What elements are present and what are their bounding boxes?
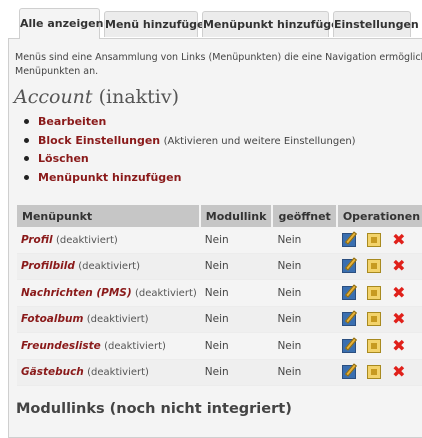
- menu-item-status: (deaktiviert): [86, 314, 149, 326]
- tab-menuepunkt-hinzufuegen[interactable]: Menüpunkt hinzufügen: [202, 11, 346, 37]
- delete-icon[interactable]: ✖: [392, 231, 406, 247]
- modullink-cell: Nein: [200, 333, 274, 360]
- delete-icon[interactable]: ✖: [392, 258, 406, 274]
- block-settings-link[interactable]: Block Einstellungen: [38, 134, 160, 147]
- menu-item-link[interactable]: Nachrichten (PMS): [21, 287, 132, 299]
- action-item: Bearbeiten: [22, 113, 356, 132]
- edit-icon[interactable]: [341, 338, 356, 353]
- menu-item-cell: Gästebuch (deaktiviert): [17, 359, 201, 386]
- bullet-icon: [24, 174, 29, 180]
- action-item: Menüpunkt hinzufügen: [22, 169, 356, 188]
- column-header-operationen: Operationen: [337, 205, 422, 227]
- edit-menu-link[interactable]: Bearbeiten: [38, 115, 106, 128]
- delete-menu-link[interactable]: Löschen: [38, 152, 89, 165]
- edit-icon[interactable]: [341, 259, 356, 274]
- edit-icon[interactable]: [341, 285, 356, 300]
- tab-bar: Alle anzeigen Menü hinzufügen Menüpunkt …: [0, 0, 422, 39]
- table-row: Fotoalbum (deaktiviert) Nein Nein ✖: [17, 306, 422, 333]
- menu-items-table: Menüpunkt Modullink geöffnet Operationen…: [17, 205, 422, 386]
- menu-actions-list: Bearbeiten Block Einstellungen (Aktivier…: [22, 113, 356, 187]
- modullink-cell: Nein: [200, 359, 274, 386]
- bullet-icon: [24, 156, 29, 161]
- modullink-cell: Nein: [200, 227, 274, 254]
- operations-cell: ✖: [337, 253, 422, 280]
- action-item: Löschen: [22, 150, 356, 169]
- column-header-geoeffnet: geöffnet: [273, 205, 338, 227]
- operations-cell: ✖: [337, 227, 422, 254]
- add-menu-item-link[interactable]: Menüpunkt hinzufügen: [38, 171, 181, 184]
- operations-cell: ✖: [337, 306, 422, 333]
- table-row: Profil (deaktiviert) Nein Nein ✖: [17, 227, 422, 254]
- menu-item-link[interactable]: Profilbild: [21, 260, 75, 272]
- menu-item-link[interactable]: Gästebuch: [21, 366, 84, 378]
- intro-text: Menüs sind eine Ansammlung von Links (Me…: [15, 51, 422, 79]
- edit-icon[interactable]: [341, 312, 356, 327]
- operations-cell: ✖: [337, 280, 422, 307]
- modullink-cell: Nein: [200, 253, 274, 280]
- edit-icon[interactable]: [341, 365, 356, 380]
- menu-title: Account (inaktiv): [14, 86, 179, 108]
- properties-icon[interactable]: [366, 365, 381, 380]
- properties-icon[interactable]: [366, 259, 381, 274]
- intro-line: Menüpunkten an.: [15, 66, 99, 77]
- menu-item-cell: Profil (deaktiviert): [17, 227, 201, 254]
- operations-cell: ✖: [337, 333, 422, 360]
- menu-name: Account: [14, 86, 93, 108]
- modullink-cell: Nein: [200, 280, 274, 307]
- table-row: Gästebuch (deaktiviert) Nein Nein ✖: [17, 359, 422, 386]
- open-cell: Nein: [273, 280, 338, 307]
- section-heading-modullinks: Modullinks (noch nicht integriert): [16, 401, 292, 417]
- open-cell: Nein: [273, 359, 338, 386]
- menu-item-cell: Nachrichten (PMS) (deaktiviert): [17, 280, 201, 307]
- block-settings-note: (Aktivieren und weitere Einstellungen): [163, 135, 356, 147]
- menu-item-link[interactable]: Fotoalbum: [21, 313, 83, 325]
- menu-item-link[interactable]: Profil: [21, 234, 53, 246]
- delete-icon[interactable]: ✖: [392, 337, 406, 353]
- delete-icon[interactable]: ✖: [392, 284, 406, 300]
- open-cell: Nein: [273, 333, 338, 360]
- delete-icon[interactable]: ✖: [392, 364, 406, 380]
- menu-item-status: (deaktiviert): [87, 367, 149, 379]
- menu-item-cell: Freundesliste (deaktiviert): [17, 333, 201, 360]
- edit-icon[interactable]: [341, 232, 356, 247]
- tab-menue-hinzufuegen[interactable]: Menü hinzufügen: [104, 11, 212, 37]
- menu-item-status: (deaktiviert): [78, 261, 141, 273]
- table-row: Nachrichten (PMS) (deaktiviert) Nein Nei…: [17, 280, 422, 307]
- properties-icon[interactable]: [366, 338, 381, 353]
- modullink-cell: Nein: [200, 306, 274, 333]
- tab-einstellungen[interactable]: Einstellungen: [333, 11, 419, 37]
- action-item: Block Einstellungen (Aktivieren und weit…: [22, 132, 356, 151]
- open-cell: Nein: [273, 306, 338, 333]
- table-row: Profilbild (deaktiviert) Nein Nein ✖: [17, 253, 422, 280]
- operations-cell: ✖: [337, 359, 422, 386]
- delete-icon[interactable]: ✖: [392, 311, 406, 327]
- open-cell: Nein: [273, 227, 338, 254]
- tab-alle-anzeigen[interactable]: Alle anzeigen: [19, 8, 103, 39]
- menu-item-cell: Profilbild (deaktiviert): [17, 253, 201, 280]
- bullet-icon: [24, 137, 29, 143]
- properties-icon[interactable]: [366, 312, 381, 327]
- column-header-menuepunkt: Menüpunkt: [17, 205, 201, 227]
- menu-item-status: (deaktiviert): [134, 287, 197, 299]
- column-header-modullink: Modullink: [200, 205, 274, 227]
- menu-item-status: (deaktiviert): [55, 234, 118, 246]
- properties-icon[interactable]: [366, 232, 381, 247]
- properties-icon[interactable]: [366, 285, 381, 300]
- menu-item-status: (deaktiviert): [104, 340, 166, 352]
- menu-item-cell: Fotoalbum (deaktiviert): [17, 306, 201, 333]
- table-row: Freundesliste (deaktiviert) Nein Nein ✖: [17, 333, 422, 360]
- menu-item-link[interactable]: Freundesliste: [21, 340, 101, 352]
- open-cell: Nein: [273, 253, 338, 280]
- intro-line: Menüs sind eine Ansammlung von Links (Me…: [15, 52, 422, 63]
- menu-status: (inaktiv): [98, 86, 180, 108]
- bullet-icon: [24, 119, 29, 124]
